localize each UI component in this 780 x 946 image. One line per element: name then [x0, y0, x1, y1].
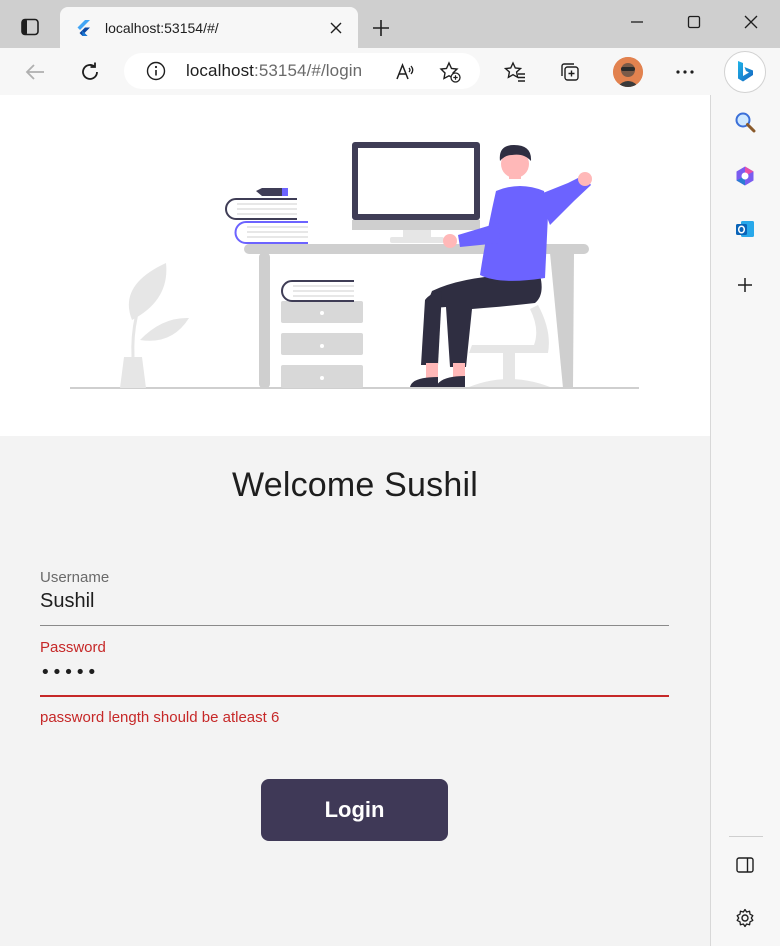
- title-bar: localhost:53154/#/: [0, 0, 780, 48]
- username-input[interactable]: Sushil: [40, 590, 669, 613]
- microsoft-365-icon[interactable]: [732, 163, 758, 189]
- browser-tab[interactable]: localhost:53154/#/: [60, 7, 358, 48]
- bing-copilot-icon[interactable]: [724, 51, 766, 93]
- add-sidebar-app-icon[interactable]: [732, 272, 758, 298]
- url-host: localhost: [186, 61, 254, 80]
- username-field[interactable]: Username Sushil: [40, 569, 669, 627]
- flutter-icon: [75, 19, 93, 37]
- address-bar[interactable]: localhost:53154/#/login: [124, 53, 480, 89]
- url-text: localhost:53154/#/login: [186, 61, 362, 81]
- sidebar-divider: [729, 836, 763, 837]
- collections-icon[interactable]: [555, 57, 585, 87]
- outlook-icon[interactable]: [732, 216, 758, 242]
- site-info-icon[interactable]: [146, 61, 166, 81]
- welcome-heading: Welcome Sushil: [232, 466, 478, 504]
- new-tab-icon[interactable]: [368, 15, 394, 41]
- hide-sidebar-icon[interactable]: [732, 852, 758, 878]
- more-options-icon[interactable]: [670, 57, 700, 87]
- url-path: :53154/#/login: [254, 61, 363, 80]
- refresh-icon[interactable]: [75, 57, 105, 87]
- tab-title: localhost:53154/#/: [105, 19, 219, 36]
- settings-gear-icon[interactable]: [732, 905, 758, 931]
- read-aloud-icon[interactable]: [394, 61, 416, 83]
- tab-actions-icon[interactable]: [14, 14, 46, 40]
- username-label: Username: [40, 569, 110, 586]
- password-underline: [40, 695, 669, 697]
- password-input[interactable]: •••••: [40, 662, 669, 683]
- hero-illustration: [0, 95, 710, 436]
- login-page: Welcome Sushil Username Sushil Password …: [0, 95, 710, 946]
- search-icon[interactable]: [732, 109, 758, 135]
- profile-avatar[interactable]: [613, 57, 643, 87]
- minimize-icon[interactable]: [622, 10, 652, 34]
- back-arrow-icon[interactable]: [20, 57, 50, 87]
- username-underline: [40, 625, 669, 626]
- working-at-desk-illustration: [70, 142, 639, 389]
- favorites-icon[interactable]: [500, 57, 530, 87]
- login-button[interactable]: Login: [261, 779, 448, 841]
- add-favorite-icon[interactable]: [439, 61, 461, 83]
- password-label: Password: [40, 639, 106, 656]
- edge-sidebar: [710, 95, 780, 946]
- close-window-icon[interactable]: [736, 10, 766, 34]
- password-field[interactable]: Password •••••: [40, 639, 669, 697]
- address-toolbar: localhost:53154/#/login: [0, 48, 780, 95]
- password-error-text: password length should be atleast 6: [40, 709, 280, 726]
- close-tab-icon[interactable]: [326, 18, 346, 38]
- maximize-icon[interactable]: [679, 10, 709, 34]
